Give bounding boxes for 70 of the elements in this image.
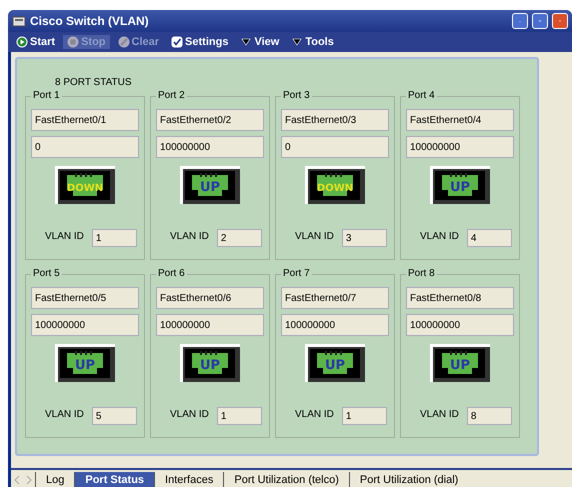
toolbar-button[interactable]: Tools <box>287 35 338 49</box>
speed-field[interactable]: 100000000 <box>156 136 264 158</box>
stop-icon <box>67 36 80 48</box>
port-status-indicator: UP <box>180 166 240 204</box>
vlan-label: VLAN ID <box>420 230 459 242</box>
window-title: Cisco Switch (VLAN) <box>30 14 150 28</box>
group-title: Port 3 <box>281 90 312 101</box>
caret-icon <box>291 36 304 48</box>
scroll-right-icon <box>24 475 34 485</box>
tab[interactable]: Port Utilization (dial) <box>348 472 468 487</box>
speed-field[interactable]: 100000000 <box>406 136 514 158</box>
speed-field[interactable]: 0 <box>281 136 389 158</box>
group-title: Port 7 <box>281 268 312 279</box>
interface-field[interactable]: FastEthernet0/8 <box>406 287 514 309</box>
port-status-indicator: UP <box>180 344 240 382</box>
vlan-id-field[interactable]: 1 <box>92 229 137 247</box>
vlan-label: VLAN ID <box>45 230 84 242</box>
tab[interactable]: Port Status <box>74 472 154 487</box>
group-title: Port 5 <box>31 268 62 279</box>
close-button[interactable] <box>552 13 568 29</box>
vlan-id-field[interactable]: 2 <box>216 229 262 247</box>
panel-heading: 8 PORT STATUS <box>55 77 132 88</box>
interface-field[interactable]: FastEthernet0/2 <box>156 109 264 131</box>
checkbox-icon <box>171 36 184 48</box>
speed-field[interactable]: 0 <box>31 136 139 158</box>
speed-field[interactable]: 100000000 <box>31 314 139 336</box>
port-status-indicator: DOWN <box>55 166 115 204</box>
speed-field[interactable]: 100000000 <box>156 314 264 336</box>
port-status-indicator: UP <box>305 344 365 382</box>
interface-field[interactable]: FastEthernet0/7 <box>281 287 389 309</box>
interface-field[interactable]: FastEthernet0/5 <box>31 287 139 309</box>
speed-field[interactable]: 100000000 <box>406 314 514 336</box>
interface-field[interactable]: FastEthernet0/3 <box>281 109 389 131</box>
vlan-label: VLAN ID <box>295 230 334 242</box>
group-title: Port 8 <box>406 268 437 279</box>
group-title: Port 6 <box>156 268 187 279</box>
vlan-id-field[interactable]: 4 <box>466 229 512 247</box>
port-status-indicator: UP <box>430 166 490 204</box>
group-title: Port 4 <box>406 90 437 101</box>
scroll-left-icon <box>12 475 22 485</box>
vlan-id-field[interactable]: 8 <box>466 407 512 425</box>
group-title: Port 1 <box>31 90 62 101</box>
group-title: Port 2 <box>156 90 187 101</box>
toolbar-button[interactable]: Start <box>12 35 60 49</box>
vlan-id-field[interactable]: 1 <box>342 407 387 425</box>
app-icon <box>12 14 26 28</box>
tab[interactable]: Interfaces <box>154 472 224 487</box>
port-status-indicator: UP <box>55 344 115 382</box>
vlan-label: VLAN ID <box>45 408 84 420</box>
speed-field[interactable]: 100000000 <box>281 314 389 336</box>
play-icon <box>16 36 28 48</box>
vlan-label: VLAN ID <box>170 230 209 242</box>
vlan-label: VLAN ID <box>170 408 209 420</box>
interface-field[interactable]: FastEthernet0/1 <box>31 109 139 131</box>
vlan-label: VLAN ID <box>420 408 459 420</box>
port-status-indicator: DOWN <box>305 166 365 204</box>
caret-icon <box>240 36 252 48</box>
interface-field[interactable]: FastEthernet0/4 <box>406 109 514 131</box>
vlan-id-field[interactable]: 5 <box>92 407 137 425</box>
maximize-button[interactable] <box>532 13 548 29</box>
toolbar-button[interactable]: View <box>236 35 284 49</box>
interface-field[interactable]: FastEthernet0/6 <box>156 287 264 309</box>
vlan-id-field[interactable]: 1 <box>216 407 262 425</box>
clear-icon <box>118 36 130 48</box>
port-status-indicator: UP <box>430 344 490 382</box>
vlan-id-field[interactable]: 3 <box>342 229 387 247</box>
vlan-label: VLAN ID <box>295 408 334 420</box>
toolbar-button[interactable]: Settings <box>167 35 232 49</box>
minimize-button[interactable] <box>512 13 528 29</box>
tab[interactable]: Port Utilization (telco) <box>223 472 349 487</box>
